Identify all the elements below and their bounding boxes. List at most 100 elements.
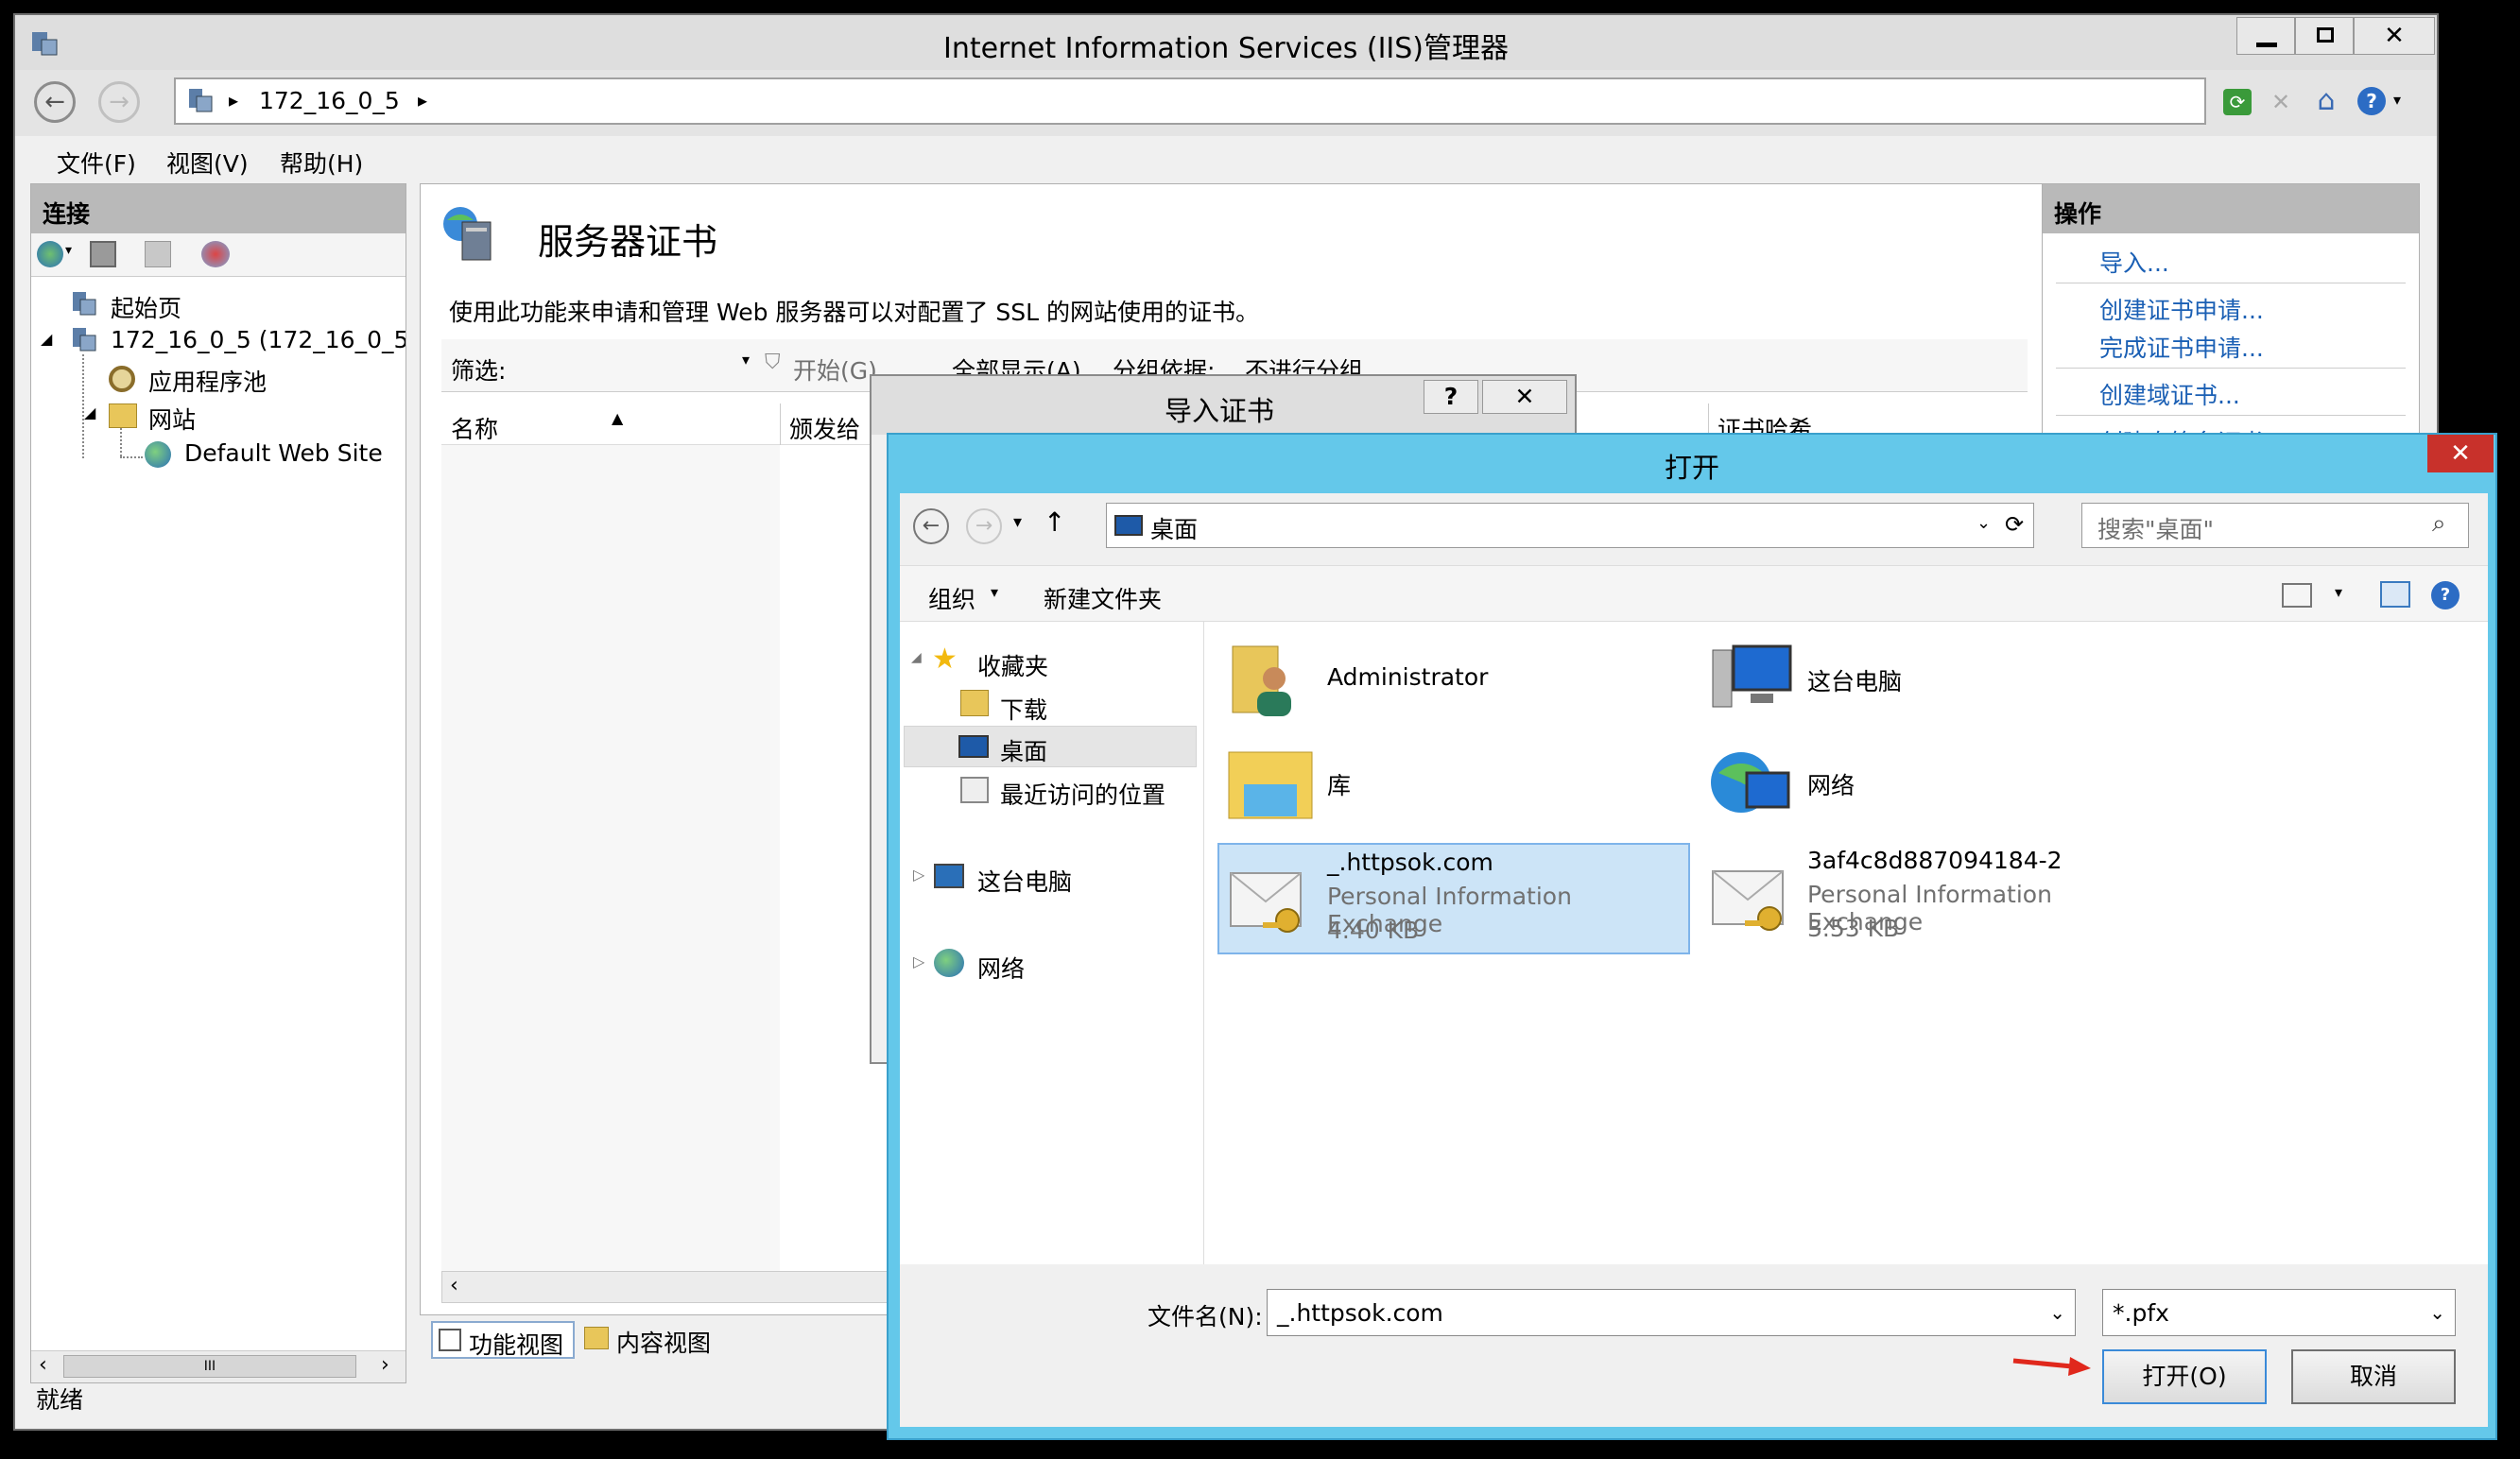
filename-dropdown-icon[interactable]: ⌄	[2049, 1301, 2065, 1324]
open-dialog-close-button[interactable]: ✕	[2427, 435, 2494, 472]
file-item-administrator[interactable]: Administrator	[1223, 631, 1677, 726]
open-button[interactable]: 打开(O)	[2102, 1349, 2267, 1404]
stop-icon[interactable]: ✕	[2267, 89, 2295, 115]
filetype-combo[interactable]: *.pfx ⌄	[2102, 1289, 2456, 1336]
save-icon[interactable]	[90, 241, 116, 267]
organize-dropdown-icon[interactable]: ▾	[991, 583, 998, 601]
scroll-right-icon[interactable]: ›	[381, 1353, 389, 1377]
dialog-back-icon[interactable]: ←	[913, 508, 949, 544]
forward-icon[interactable]: →	[98, 81, 140, 123]
address-segment[interactable]: 172_16_0_5	[259, 87, 400, 114]
file-item-libraries[interactable]: 库	[1223, 735, 1677, 830]
sort-asc-icon: ▲	[612, 409, 624, 427]
tree-start-page[interactable]: 起始页	[111, 290, 181, 324]
this-pc-icon	[1709, 641, 1794, 716]
disconnect-icon[interactable]	[201, 241, 230, 267]
tree-app-pools[interactable]: 应用程序池	[148, 364, 267, 398]
address-bar[interactable]: ▸ 172_16_0_5 ▸	[174, 77, 2206, 125]
import-close-button[interactable]: ✕	[1482, 380, 1567, 414]
cancel-button[interactable]: 取消	[2291, 1349, 2456, 1404]
tree-line	[120, 456, 143, 458]
nav-this-pc[interactable]: 这台电脑	[977, 864, 1072, 898]
actions-header: 操作	[2043, 184, 2419, 233]
iis-nav-bar: ← → ▸ 172_16_0_5 ▸ ⟳ ✕ ⌂ ? ▾	[15, 70, 2437, 136]
organize-menu[interactable]: 组织	[928, 581, 975, 615]
import-dialog-title: 导入证书	[1165, 395, 1275, 427]
filter-input[interactable]	[517, 349, 791, 381]
this-pc-expand-icon[interactable]: ▷	[913, 866, 924, 884]
file-item-network[interactable]: 网络	[1703, 735, 2157, 830]
tree-sites[interactable]: 网站	[148, 402, 196, 436]
nav-desktop[interactable]: 桌面	[1000, 733, 1047, 767]
menu-help[interactable]: 帮助(H)	[280, 146, 363, 180]
connect-globe-icon[interactable]	[37, 241, 63, 267]
connections-hscrollbar[interactable]: ‹ III ›	[31, 1350, 406, 1382]
minimize-button[interactable]	[2236, 17, 2295, 55]
recent-places-icon	[960, 777, 989, 803]
import-help-button[interactable]: ?	[1424, 380, 1478, 414]
menu-file[interactable]: 文件(F)	[57, 146, 136, 180]
status-text: 就绪	[36, 1386, 84, 1414]
dialog-search-box[interactable]: 搜索"桌面" ⌕	[2081, 503, 2469, 548]
filter-dropdown-icon[interactable]: ▾	[742, 351, 750, 369]
dialog-forward-icon[interactable]: →	[966, 508, 1002, 544]
dialog-command-bar: 组织 ▾ 新建文件夹 ▾ ?	[900, 565, 2488, 622]
search-icon[interactable]: ⌕	[2432, 509, 2446, 539]
file-item-this-pc[interactable]: 这台电脑	[1703, 631, 2157, 726]
nav-desktop-selected-bg[interactable]	[904, 726, 1197, 767]
connections-toolbar: ▾	[31, 233, 406, 277]
nav-favorites[interactable]: 收藏夹	[977, 648, 1048, 682]
help-icon[interactable]: ?	[2357, 87, 2386, 115]
filename-combo[interactable]: _.httpsok.com ⌄	[1267, 1289, 2076, 1336]
favorites-expand-icon[interactable]: ◢	[911, 650, 922, 665]
funnel-icon[interactable]: ⛉	[765, 351, 781, 374]
action-create-domain-cert[interactable]: 创建域证书...	[2099, 377, 2240, 411]
dialog-address-bar[interactable]: 桌面 ⌄ ⟳	[1106, 503, 2034, 548]
network-expand-icon[interactable]: ▷	[913, 953, 924, 970]
menu-view[interactable]: 视图(V)	[166, 146, 249, 180]
feature-view-tab[interactable]: 功能视图	[431, 1321, 575, 1359]
action-import[interactable]: 导入...	[2099, 245, 2169, 279]
change-view-icon[interactable]	[2282, 583, 2312, 608]
scroll-left-icon[interactable]: ‹	[39, 1353, 47, 1377]
tree-expand-sites[interactable]: ◢	[84, 403, 95, 421]
recent-locations-dropdown-icon[interactable]: ▾	[1013, 512, 1022, 532]
center-scroll-left-icon[interactable]: ‹	[450, 1274, 458, 1297]
back-icon[interactable]: ←	[34, 81, 76, 123]
dialog-nav-pane: ◢ ★ 收藏夹 下载 桌面 最近访问的位置 ▷ 这台电脑 ▷ 网络	[900, 622, 1204, 1264]
change-view-dropdown-icon[interactable]: ▾	[2335, 583, 2342, 601]
up-level-icon[interactable]	[145, 241, 171, 267]
dialog-help-icon[interactable]: ?	[2431, 581, 2460, 609]
filename-value: _.httpsok.com	[1277, 1299, 1443, 1327]
close-button[interactable]: ✕	[2354, 17, 2435, 55]
address-refresh-icon[interactable]: ⟳	[2005, 511, 2024, 538]
user-folder-icon	[1229, 639, 1295, 718]
nav-downloads[interactable]: 下载	[1000, 692, 1047, 726]
connect-dropdown-icon[interactable]: ▾	[65, 243, 72, 258]
action-create-request[interactable]: 创建证书申请...	[2099, 292, 2264, 326]
tree-expand-server[interactable]: ◢	[41, 330, 52, 348]
nav-network[interactable]: 网络	[977, 951, 1025, 985]
file-item-httpsok-selected[interactable]: _.httpsok.com Personal Information Excha…	[1217, 843, 1690, 954]
col-header-name[interactable]: 名称	[451, 411, 498, 445]
preview-pane-icon[interactable]	[2380, 581, 2410, 608]
address-dropdown-icon[interactable]: ⌄	[1976, 513, 1991, 533]
content-view-icon	[584, 1327, 609, 1349]
nav-recent[interactable]: 最近访问的位置	[1000, 777, 1165, 811]
help-dropdown-icon[interactable]: ▾	[2393, 91, 2401, 109]
filetype-dropdown-icon[interactable]: ⌄	[2429, 1301, 2445, 1324]
up-folder-icon[interactable]: ↑	[1044, 506, 1065, 538]
new-folder-button[interactable]: 新建文件夹	[1044, 581, 1162, 615]
col-header-issued-to[interactable]: 颁发给	[789, 411, 860, 445]
maximize-button[interactable]	[2295, 17, 2354, 55]
action-complete-request[interactable]: 完成证书申请...	[2099, 330, 2264, 364]
start-filter-button[interactable]: 开始(G)	[793, 352, 877, 386]
tree-default-web-site[interactable]: Default Web Site	[184, 439, 383, 467]
refresh-icon[interactable]: ⟳	[2223, 89, 2252, 115]
scroll-thumb[interactable]: III	[63, 1355, 356, 1378]
address-chevron-2[interactable]: ▸	[418, 89, 427, 112]
content-view-tab[interactable]: 内容视图	[578, 1321, 739, 1359]
tree-server[interactable]: 172_16_0_5 (172_16_0_5\Ad	[111, 326, 406, 353]
home-icon[interactable]: ⌂	[2310, 85, 2342, 117]
file-item-3af4c8d887094184-2[interactable]: 3af4c8d887094184-2 Personal Information …	[1701, 843, 2174, 954]
